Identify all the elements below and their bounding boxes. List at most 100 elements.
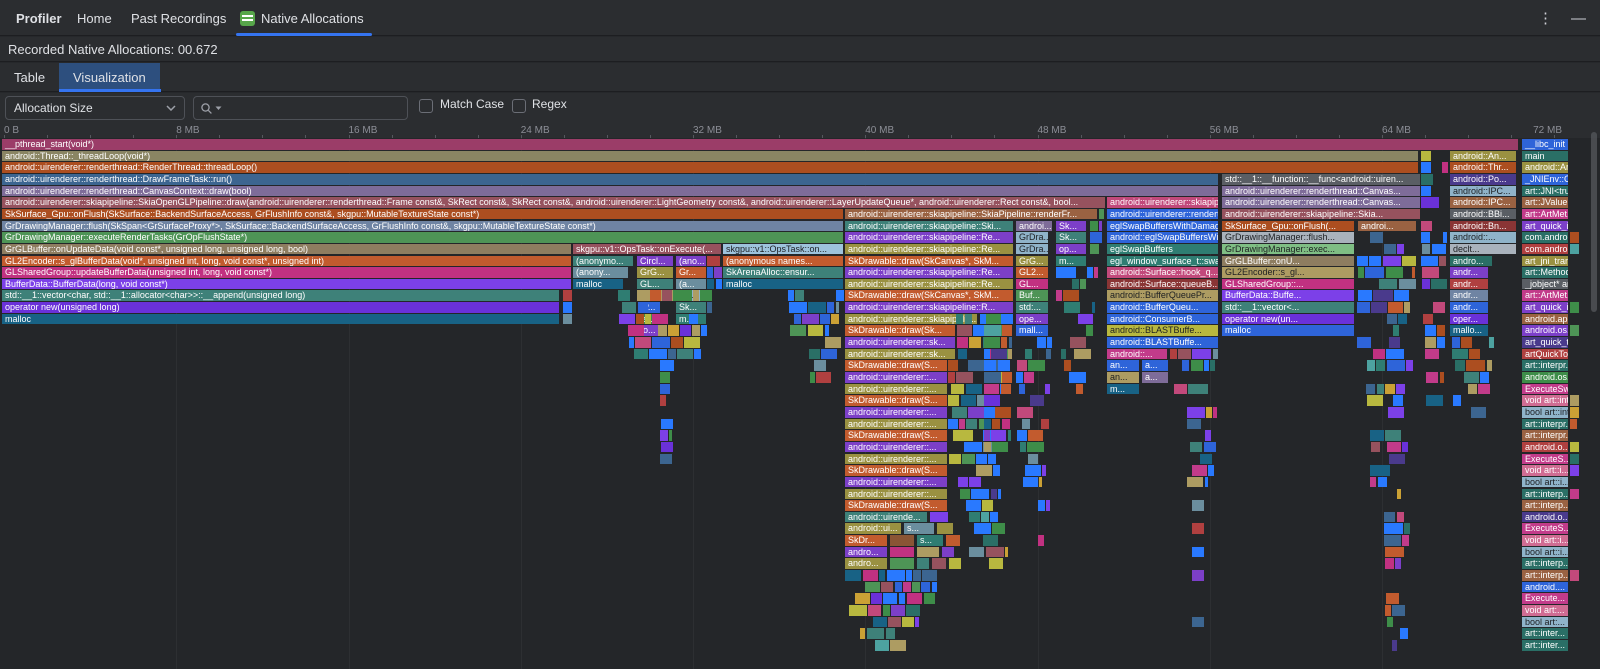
flame-fragment[interactable]	[671, 337, 683, 348]
flame-fragment[interactable]	[1393, 395, 1404, 406]
flame-fragment[interactable]	[1074, 349, 1090, 360]
flame-fragment[interactable]	[700, 290, 712, 301]
flame-fragment[interactable]	[1192, 523, 1204, 534]
flame-fragment[interactable]	[1395, 558, 1400, 569]
flame-fragment[interactable]	[684, 337, 700, 348]
flame-fragment[interactable]	[984, 325, 1001, 336]
flame-fragment[interactable]	[957, 337, 968, 348]
flame-fragment[interactable]	[965, 314, 972, 325]
flame-fragment[interactable]	[1469, 349, 1480, 360]
flame-fragment[interactable]	[959, 419, 965, 430]
flame-fragment[interactable]	[1037, 337, 1047, 348]
flame-fragment[interactable]	[1009, 337, 1012, 348]
flame-fragment[interactable]	[932, 582, 937, 593]
flame-block[interactable]	[890, 558, 914, 569]
flame-block[interactable]	[917, 547, 939, 558]
flame-fragment[interactable]	[984, 360, 996, 371]
flame-fragment[interactable]	[661, 442, 673, 453]
flame-fragment[interactable]	[875, 640, 889, 651]
flame-fragment[interactable]	[802, 314, 819, 325]
flame-fragment[interactable]	[1200, 454, 1212, 465]
flame-fragment[interactable]	[1357, 256, 1368, 267]
flame-fragment[interactable]	[814, 360, 826, 371]
flame-fragment[interactable]	[1192, 570, 1204, 581]
flame-block[interactable]: SkDrawable::draw(S...	[845, 500, 947, 511]
flame-fragment[interactable]	[1570, 395, 1579, 406]
flame-block[interactable]: bool art:...	[1522, 617, 1568, 628]
flame-fragment[interactable]	[1205, 477, 1209, 488]
flame-fragment[interactable]	[788, 290, 794, 301]
flame-block[interactable]: a...	[1142, 360, 1168, 371]
flame-fragment[interactable]	[1404, 302, 1410, 313]
flame-fragment[interactable]	[1471, 407, 1486, 418]
flame-block[interactable]: android::uirenderer::renderthread::Canva…	[1222, 197, 1420, 208]
flame-fragment[interactable]	[1357, 302, 1370, 313]
flame-fragment[interactable]	[890, 640, 906, 651]
flame-fragment[interactable]	[1016, 372, 1023, 383]
flame-block[interactable]: andro...	[845, 547, 887, 558]
flame-fragment[interactable]	[974, 523, 991, 534]
flame-fragment[interactable]	[992, 442, 1008, 453]
flame-block[interactable]: android::uirenderer::skiapipe...	[1107, 197, 1218, 208]
flame-block[interactable]: android.os....	[1522, 372, 1568, 383]
flame-fragment[interactable]	[1431, 279, 1447, 290]
flame-fragment[interactable]	[716, 279, 722, 290]
flame-fragment[interactable]	[1192, 465, 1207, 476]
flame-fragment[interactable]	[1425, 349, 1438, 360]
flame-block[interactable]: Circl...	[637, 256, 673, 267]
flame-fragment[interactable]	[1397, 489, 1401, 500]
flame-fragment[interactable]	[1370, 232, 1383, 243]
flame-fragment[interactable]	[563, 314, 572, 325]
flame-fragment[interactable]	[886, 628, 895, 639]
flame-fragment[interactable]	[998, 360, 1010, 371]
flame-fragment[interactable]	[891, 605, 904, 616]
flame-fragment[interactable]	[1387, 314, 1397, 325]
flame-fragment[interactable]	[1402, 442, 1408, 453]
flame-fragment[interactable]	[962, 454, 975, 465]
flame-block[interactable]: android::uirenderer::...	[845, 372, 947, 383]
flame-fragment[interactable]	[984, 384, 999, 395]
flame-fragment[interactable]	[992, 523, 1004, 534]
flame-fragment[interactable]	[1094, 267, 1098, 278]
flame-block[interactable]: (ano...	[676, 256, 706, 267]
flame-fragment[interactable]	[816, 372, 831, 383]
flame-block[interactable]: GrDrawingManager::flush...	[1222, 232, 1354, 243]
flame-block[interactable]: GL2Encoder::s_gl...	[1222, 267, 1354, 278]
flame-fragment[interactable]	[1387, 442, 1401, 453]
flame-block[interactable]: SkDrawable::draw(Sk...	[845, 325, 955, 336]
flame-fragment[interactable]	[810, 372, 815, 383]
flame-fragment[interactable]	[1393, 325, 1399, 336]
flame-fragment[interactable]	[951, 384, 965, 395]
flame-fragment[interactable]	[1402, 256, 1416, 267]
flame-fragment[interactable]	[1019, 384, 1024, 395]
flame-fragment[interactable]	[820, 314, 830, 325]
flame-block[interactable]: m...	[1107, 384, 1139, 395]
flame-block[interactable]: android::uirenderer::renderthread::Rende…	[2, 162, 1418, 173]
flame-block[interactable]: BufferData::BufferData(long, void const*…	[2, 279, 571, 290]
vertical-scrollbar[interactable]	[1590, 124, 1598, 669]
flame-fragment[interactable]	[1358, 267, 1364, 278]
flame-fragment[interactable]	[668, 325, 679, 336]
flame-fragment[interactable]	[1466, 360, 1485, 371]
flame-block[interactable]: android::uirenderer::...	[845, 407, 947, 418]
flame-block[interactable]: android::IPC...	[1450, 186, 1516, 197]
flame-fragment[interactable]	[1039, 477, 1042, 488]
flame-fragment[interactable]	[635, 337, 651, 348]
flame-fragment[interactable]	[707, 279, 714, 290]
flame-fragment[interactable]	[1080, 279, 1086, 290]
flame-block[interactable]: android::BLASTBuffe...	[1107, 325, 1218, 336]
flame-fragment[interactable]	[1384, 244, 1396, 255]
flame-block[interactable]: android::uirenderer::sk...	[845, 337, 955, 348]
flame-fragment[interactable]	[707, 302, 711, 313]
tab-visualization[interactable]: Visualization	[59, 63, 160, 92]
flame-fragment[interactable]	[1069, 372, 1086, 383]
flame-fragment[interactable]	[658, 325, 667, 336]
flame-block[interactable]: SkDr...	[845, 535, 887, 546]
flame-fragment[interactable]	[1042, 465, 1046, 476]
flame-block[interactable]: ExecuteSwi...	[1522, 384, 1568, 395]
flame-fragment[interactable]	[808, 325, 824, 336]
flame-fragment[interactable]	[680, 325, 690, 336]
flame-fragment[interactable]	[1046, 349, 1050, 360]
flame-fragment[interactable]	[1387, 360, 1406, 371]
flame-block[interactable]: SkDrawable::draw(S...	[845, 360, 947, 371]
